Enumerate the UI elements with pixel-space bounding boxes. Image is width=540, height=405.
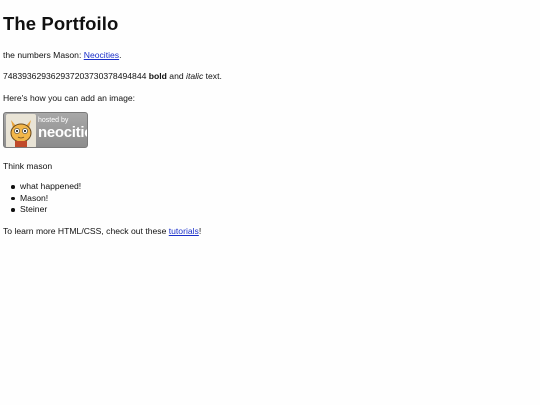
bold-text: bold [148, 71, 167, 81]
badge-big-text: neocities [38, 124, 87, 141]
footer-end: ! [198, 226, 202, 236]
bullet-list: what happened! Mason! Steiner [3, 181, 81, 216]
footer-text: To learn more HTML/CSS, check out these [3, 226, 169, 236]
neocities-link[interactable]: Neocities [84, 50, 119, 60]
numbers-end: text. [203, 71, 222, 81]
think-paragraph: Think mason [3, 161, 53, 171]
image-heading: Here's how you can add an image: [3, 93, 136, 103]
page-title: The Portfoilo [3, 13, 119, 34]
italic-text: italic [186, 71, 204, 81]
numbers-text: 748393629362937203730378494844 [3, 71, 149, 81]
intro-text: the numbers Mason: [3, 50, 84, 60]
list-item: Mason! [3, 193, 81, 205]
neocities-badge-image: hosted by neocities [3, 112, 88, 148]
numbers-paragraph: 748393629362937203730378494844 bold and … [3, 71, 222, 82]
tutorials-link[interactable]: tutorials [169, 226, 199, 236]
and-text: and [166, 71, 187, 81]
neocities-cat-icon [6, 114, 36, 147]
footer-paragraph: To learn more HTML/CSS, check out these … [3, 226, 201, 237]
intro-paragraph: the numbers Mason: Neocities. [3, 50, 121, 61]
list-item: Steiner [3, 204, 81, 216]
list-item: what happened! [3, 181, 81, 193]
intro-end: . [119, 50, 122, 60]
